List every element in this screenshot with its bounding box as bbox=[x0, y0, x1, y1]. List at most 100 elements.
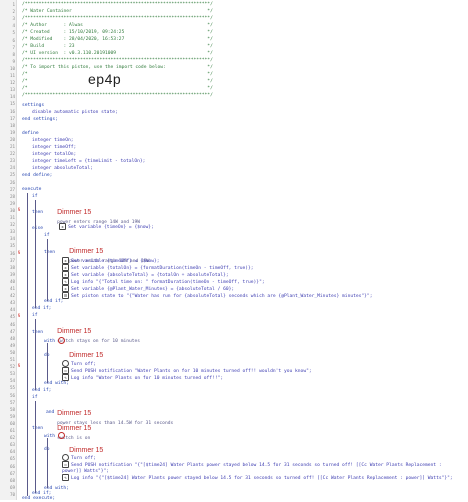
define-variable[interactable]: integer timeLeft = {timeLimit - totalOn}… bbox=[32, 159, 145, 165]
header-uiversion-line: /* UI version : v0.3.110.20191009 */ bbox=[22, 51, 213, 56]
line-number: 20 bbox=[9, 136, 15, 142]
device-name: Dimmer 15 bbox=[57, 209, 92, 216]
with-device[interactable]: Dimmer 15 bbox=[58, 342, 103, 359]
line-number: 51 bbox=[9, 357, 15, 362]
line-number: 16 bbox=[9, 108, 15, 114]
line-number: 12 bbox=[9, 80, 15, 86]
line-number: 66 bbox=[9, 463, 15, 469]
statement-turn-off[interactable]: Turn off; bbox=[62, 454, 96, 461]
settings-disable-line[interactable]: disable automatic piston state; bbox=[32, 110, 118, 116]
block-marker[interactable]: § bbox=[17, 208, 21, 213]
define-variable[interactable]: integer timeOff; bbox=[32, 145, 76, 151]
import-code[interactable]: ep4p bbox=[88, 71, 121, 87]
line-number: 33 bbox=[9, 229, 15, 235]
line-number: 2 bbox=[12, 9, 15, 15]
line-number: 6 bbox=[12, 37, 15, 43]
header-modified-line: /* Modified : 28/04/2020, 16:53:27 */ bbox=[22, 37, 213, 42]
statement-push-notification[interactable]: ▭ Send PUSH notification "Water Plants on… bbox=[62, 367, 312, 374]
state-icon: ☰ bbox=[62, 292, 69, 299]
line-number: 68 bbox=[9, 477, 15, 483]
line-number: 61 bbox=[9, 428, 15, 433]
header-comment-line: /***************************************… bbox=[22, 93, 213, 98]
line-number: 18 bbox=[9, 122, 15, 128]
statement-turn-off[interactable]: Turn off; bbox=[62, 360, 96, 367]
end-define-keyword: end define; bbox=[22, 173, 53, 178]
header-author-line: /* Author : Alwas */ bbox=[22, 23, 213, 28]
line-number: 50 bbox=[9, 349, 15, 355]
line-number: 59 bbox=[9, 413, 15, 419]
power-icon bbox=[62, 454, 69, 461]
device-name: Dimmer 15 bbox=[57, 425, 92, 432]
line-number: 40 bbox=[9, 278, 15, 284]
else-keyword: else bbox=[32, 226, 44, 231]
settings-keyword: settings bbox=[22, 103, 45, 108]
line-number: 31 bbox=[9, 215, 15, 220]
define-variable[interactable]: integer absoluteTotal; bbox=[32, 166, 93, 172]
then-keyword: then bbox=[32, 330, 44, 335]
block-guide bbox=[27, 193, 28, 496]
line-number: 35 bbox=[9, 243, 15, 249]
line-number: 45 bbox=[9, 314, 15, 320]
statement-log[interactable]: ✎ Log info "{"Total time on: " formatDura… bbox=[62, 278, 265, 285]
condition-row[interactable]: Dimmer 15 power stays less than 14.5W fo… bbox=[46, 400, 173, 426]
line-number: 39 bbox=[9, 271, 15, 277]
statement-set-variable[interactable]: x Set variable {totalOn} = {formatDuratio… bbox=[62, 264, 254, 271]
condition-row[interactable]: Dimmer 15 power enters range 14W and 19W bbox=[46, 199, 140, 225]
line-number: 54 bbox=[9, 378, 15, 384]
block-marker[interactable]: § bbox=[17, 364, 21, 369]
variable-icon: x bbox=[62, 257, 69, 264]
define-variable[interactable]: integer totalOn; bbox=[32, 152, 76, 158]
block-guide bbox=[47, 438, 48, 488]
line-number: 4 bbox=[12, 23, 15, 29]
line-number: 15 bbox=[9, 101, 15, 107]
line-number: 37 bbox=[9, 257, 15, 263]
line-number: 14 bbox=[9, 94, 15, 100]
variable-icon: x bbox=[59, 223, 67, 230]
define-keyword: define bbox=[22, 131, 39, 136]
line-number: 70 bbox=[9, 491, 15, 497]
define-variable[interactable]: integer timeOn; bbox=[32, 138, 74, 144]
condition-row[interactable]: Dimmer 15 switch stays on for 10 minutes bbox=[46, 318, 140, 344]
line-number: 63 bbox=[9, 442, 15, 448]
line-number: 52 bbox=[9, 364, 15, 370]
line-number: 10 bbox=[9, 65, 15, 71]
condition-row[interactable]: Dimmer 15 power exits range 14W and 19W bbox=[58, 238, 149, 264]
line-number: 48 bbox=[9, 335, 15, 341]
end-execute-keyword: end execute; bbox=[22, 496, 56, 501]
line-number: 46 bbox=[9, 321, 15, 327]
line-number: 49 bbox=[9, 342, 15, 348]
statement-log[interactable]: ✎ Log info "{"[$time24] Water Plants powe… bbox=[62, 474, 462, 485]
device-name: Dimmer 15 bbox=[69, 248, 104, 255]
statement-set-variable[interactable]: x Set variable {timeOn} = {$now}; bbox=[48, 217, 154, 230]
message-icon: ▭ bbox=[62, 461, 69, 468]
line-number: 57 bbox=[9, 399, 15, 405]
message-icon: ▭ bbox=[62, 367, 69, 374]
block-marker[interactable]: § bbox=[17, 314, 21, 319]
device-name: Dimmer 15 bbox=[57, 328, 92, 335]
device-name: Dimmer 15 bbox=[69, 352, 104, 359]
log-icon: ✎ bbox=[62, 474, 69, 481]
line-number: 29 bbox=[9, 200, 15, 206]
condition-row[interactable]: Dimmer 15 switch is on bbox=[46, 415, 91, 441]
statement-set-variable[interactable]: x Set variable {absoluteTotal} = {totalOn… bbox=[62, 271, 229, 278]
block-marker[interactable]: § bbox=[17, 251, 21, 256]
block-guide bbox=[47, 343, 48, 383]
with-device[interactable]: Dimmer 15 bbox=[58, 437, 103, 454]
line-number: 26 bbox=[9, 179, 15, 185]
line-number: 25 bbox=[9, 172, 15, 178]
log-icon: ✎ bbox=[62, 278, 69, 285]
line-number: 11 bbox=[9, 73, 15, 78]
line-number: 32 bbox=[9, 222, 15, 228]
statement-set-variable[interactable]: x Set variable {@Plant_Water_Minutes} = {… bbox=[62, 285, 234, 292]
statement-set-state[interactable]: ☰ Set piston state to "{"Water has run fo… bbox=[62, 292, 372, 299]
block-guide bbox=[35, 200, 36, 308]
line-number: 47 bbox=[9, 328, 15, 334]
line-number: 8 bbox=[12, 51, 15, 57]
statement-push-notification[interactable]: ▭ Send PUSH notification "{"[$time24] Wat… bbox=[62, 461, 462, 474]
line-number: 3 bbox=[12, 16, 15, 22]
device-name: Dimmer 15 bbox=[69, 447, 104, 454]
statement-log[interactable]: ✎ Log info "Water Plants on for 10 minute… bbox=[62, 374, 223, 381]
line-number: 21 bbox=[9, 144, 15, 149]
statement-set-variable[interactable]: x Set variable {timeOff} = {$now}; bbox=[62, 257, 160, 264]
header-comment-line: /***************************************… bbox=[22, 16, 213, 21]
